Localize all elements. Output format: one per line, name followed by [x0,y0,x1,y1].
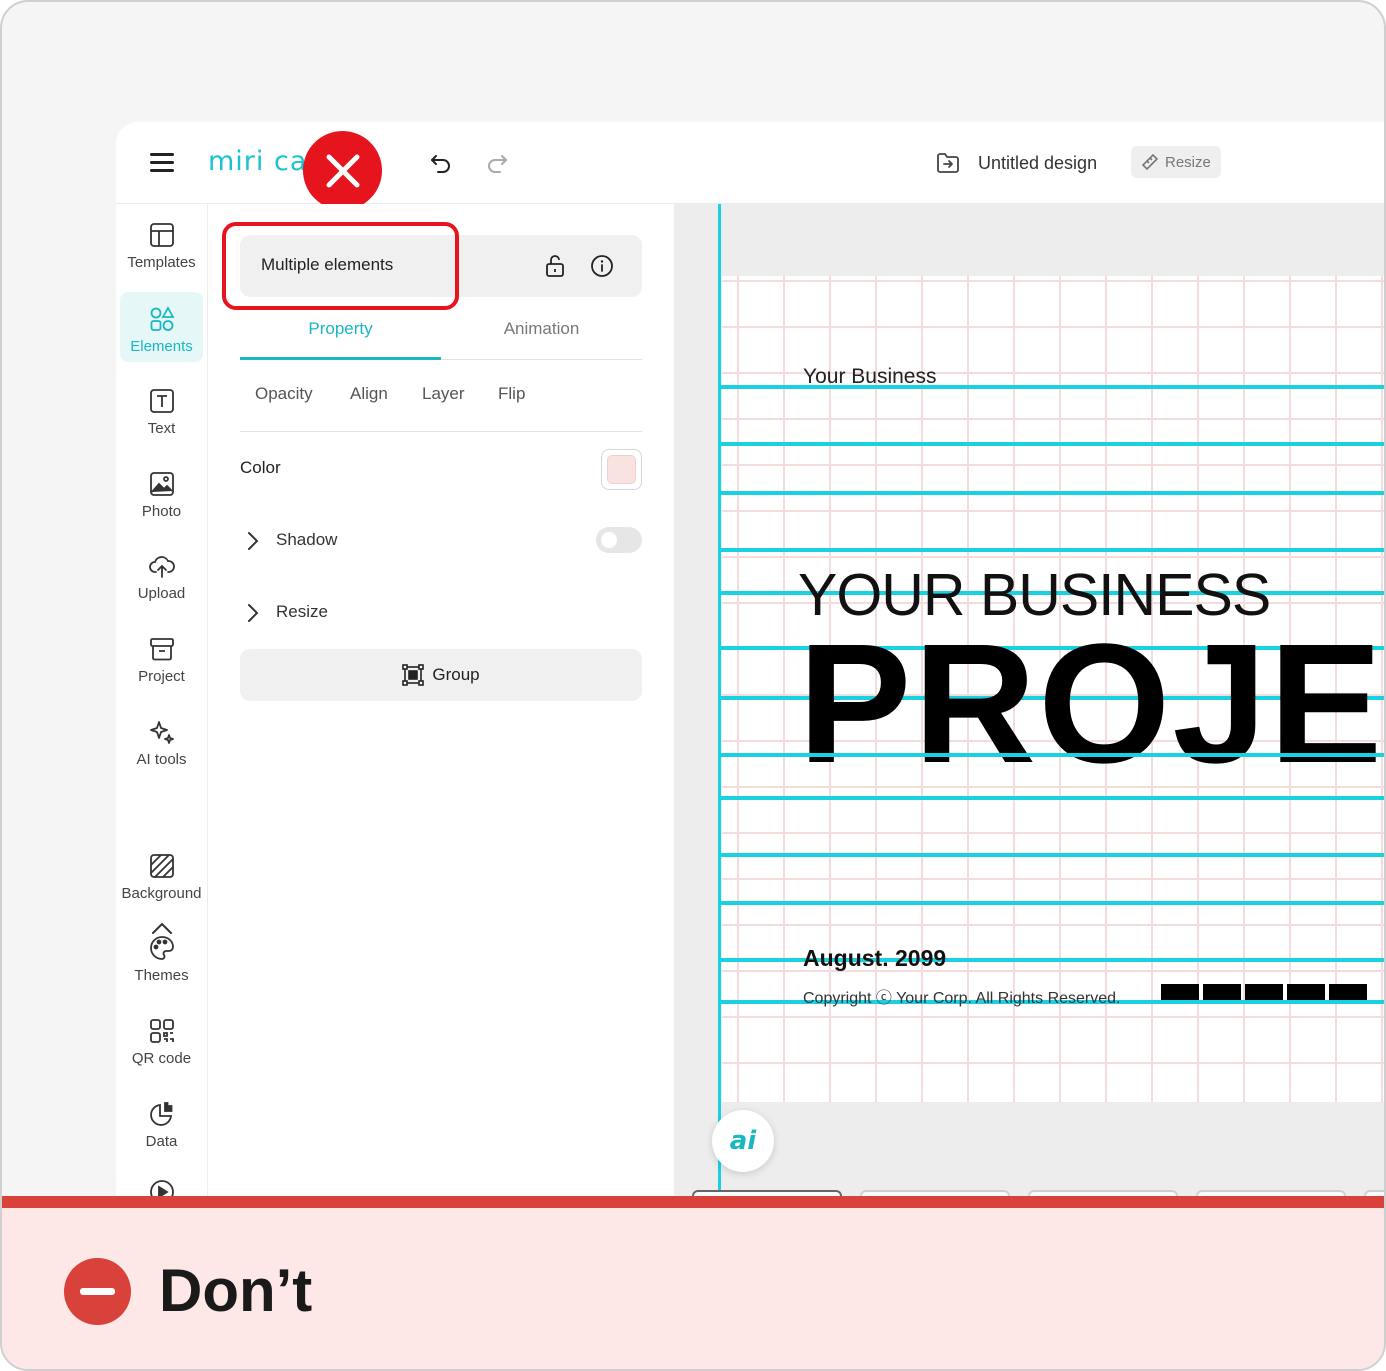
tool-sidebar: Templates Elements Text Photo Upload Pro… [116,204,208,1196]
unlock-icon[interactable] [544,254,566,278]
panel-tabs: Property Animation [240,312,642,360]
subtab-flip[interactable]: Flip [498,384,525,404]
property-subtabs: Opacity Align Layer Flip [240,374,642,432]
shapes-icon [150,306,175,331]
editor-window: miri ca Untitled design Resize Templates… [116,122,1384,1196]
tab-animation[interactable]: Animation [441,312,642,360]
sidebar-item-label: Background [121,885,202,902]
guide-line [721,442,1384,446]
chevron-right-icon[interactable] [246,530,260,552]
decorative-bars[interactable] [1161,984,1371,1000]
sidebar-item-upload[interactable]: Upload [120,539,203,609]
sidebar-item-ai-tools[interactable]: AI tools [120,705,203,775]
ruler-icon [1141,153,1159,171]
sidebar-item-data[interactable]: Data [120,1087,203,1157]
info-icon[interactable] [590,254,614,278]
top-bar: miri ca Untitled design Resize [116,122,1384,210]
shadow-toggle[interactable] [596,527,642,553]
sidebar-item-label: Data [145,1133,178,1150]
sidebar-item-qr-code[interactable]: QR code [120,1004,203,1074]
sidebar-item-label: Text [147,420,176,437]
sidebar-item-elements[interactable]: Elements [120,292,203,362]
redo-icon[interactable] [484,150,510,176]
guide-line [721,901,1384,905]
minus-circle-icon [64,1258,131,1325]
play-icon[interactable] [149,1179,175,1196]
color-label: Color [240,458,281,477]
pie-chart-icon [149,1102,172,1126]
sidebar-item-label: Elements [130,338,193,355]
group-button-label: Group [432,665,480,684]
folder-move-icon [937,153,959,173]
sidebar-item-label: Themes [134,967,189,984]
sparkle-icon [149,721,174,744]
guide-line [721,548,1384,552]
menu-icon[interactable] [150,151,176,173]
canvas-text-copyright[interactable]: Copyright ⓒ Your Corp. All Rights Reserv… [803,984,1121,1008]
tab-property[interactable]: Property [240,312,441,360]
sidebar-item-label: Upload [137,585,186,602]
sidebar-item-templates[interactable]: Templates [120,208,203,278]
resize-label[interactable]: Resize [276,602,328,622]
sidebar-item-label: AI tools [136,751,187,768]
resize-button-label: Resize [1165,153,1211,171]
error-highlight [222,222,459,310]
guide-line [721,491,1384,495]
example-frame: miri ca Untitled design Resize Templates… [0,0,1386,1371]
qr-icon [149,1019,174,1043]
palette-icon [149,936,174,960]
property-panel: Multiple elements Property Animation Opa… [208,204,674,1196]
chevron-right-icon[interactable] [246,602,260,624]
sidebar-item-themes[interactable]: Themes [120,921,203,991]
error-x-icon [303,131,382,210]
canvas-text-project[interactable]: PROJECT [798,619,1384,789]
group-button[interactable]: Group [240,649,642,701]
subtab-opacity[interactable]: Opacity [255,384,313,404]
sidebar-item-label: Project [138,668,185,685]
layout-icon [149,223,174,247]
sidebar-item-label: QR code [131,1050,192,1067]
subtab-align[interactable]: Align [350,384,388,404]
dont-bar [2,1196,1384,1208]
document-title-area[interactable]: Untitled design [936,148,1097,178]
dont-footer: Don’t [2,1208,1384,1369]
canvas-text-your-business[interactable]: Your Business [803,365,936,389]
hatch-icon [149,854,174,878]
archive-icon [149,638,174,661]
text-icon [149,389,174,413]
sidebar-item-photo[interactable]: Photo [120,457,203,527]
document-title[interactable]: Untitled design [978,153,1097,174]
sidebar-item-text[interactable]: Text [120,374,203,444]
group-icon [402,664,425,686]
image-icon [149,472,174,496]
undo-icon[interactable] [428,150,454,176]
resize-button[interactable]: Resize [1131,146,1221,178]
sidebar-item-background[interactable]: Background [120,839,203,909]
ai-assistant-button[interactable]: ai [712,1110,774,1172]
canvas-workspace: Your Business YOUR BUSINESS PROJECT Augu… [674,204,1384,1196]
sidebar-item-label: Templates [127,254,196,271]
subtab-layer[interactable]: Layer [422,384,465,404]
cloud-upload-icon [148,556,175,578]
shadow-label[interactable]: Shadow [276,530,337,550]
sidebar-item-project[interactable]: Project [120,622,203,692]
dont-label: Don’t [159,1257,313,1324]
guide-line [721,853,1384,857]
color-swatch[interactable] [601,449,642,490]
app-logo[interactable]: miri ca [208,146,307,177]
guide-line [721,753,1384,757]
guide-line [721,796,1384,800]
canvas-text-date[interactable]: August. 2099 [803,945,946,972]
sidebar-item-label: Photo [141,503,182,520]
guide-line-vertical [718,204,721,1196]
